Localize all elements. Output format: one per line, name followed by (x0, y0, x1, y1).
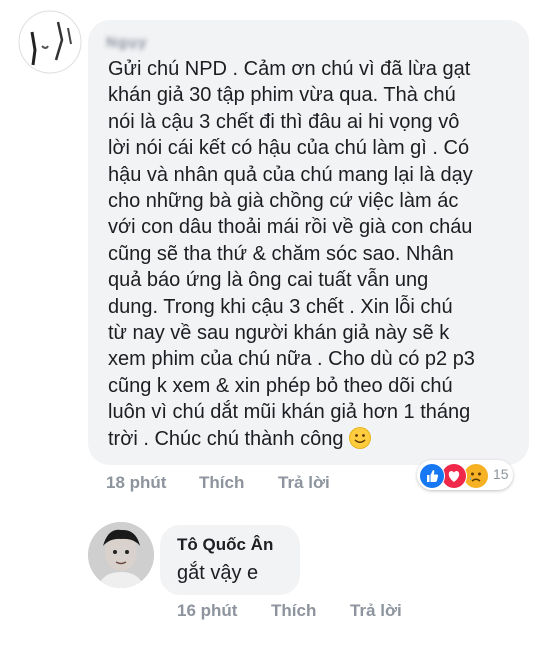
reply-button[interactable]: Trả lời (278, 473, 330, 493)
reply-reply-button[interactable]: Trả lời (350, 601, 402, 621)
reply-text: gắt vậy e (177, 562, 259, 584)
reply-time[interactable]: 16 phút (177, 601, 237, 621)
reply-like-button[interactable]: Thích (271, 601, 316, 621)
comment-time[interactable]: 18 phút (106, 473, 166, 493)
reply-author[interactable]: Tô Quốc Ân (177, 535, 273, 555)
reply-avatar[interactable] (88, 522, 154, 588)
commenter-avatar[interactable] (18, 10, 82, 74)
smiling-face-icon (349, 426, 371, 449)
comment-author[interactable]: Ngụy (106, 34, 148, 51)
reaction-count: 15 (493, 466, 509, 482)
reaction-summary[interactable]: 15 (417, 460, 513, 490)
reply-bubble: Tô Quốc Ân gắt vậy e (160, 525, 300, 595)
like-button[interactable]: Thích (199, 473, 244, 493)
comment-text: Gửi chú NPD . Cảm ơn chú vì đã lừa gạt k… (108, 58, 475, 450)
comment-bubble: Ngụy Gửi chú NPD . Cảm ơn chú vì đã lừa … (88, 20, 529, 465)
like-reaction-icon (419, 463, 445, 489)
